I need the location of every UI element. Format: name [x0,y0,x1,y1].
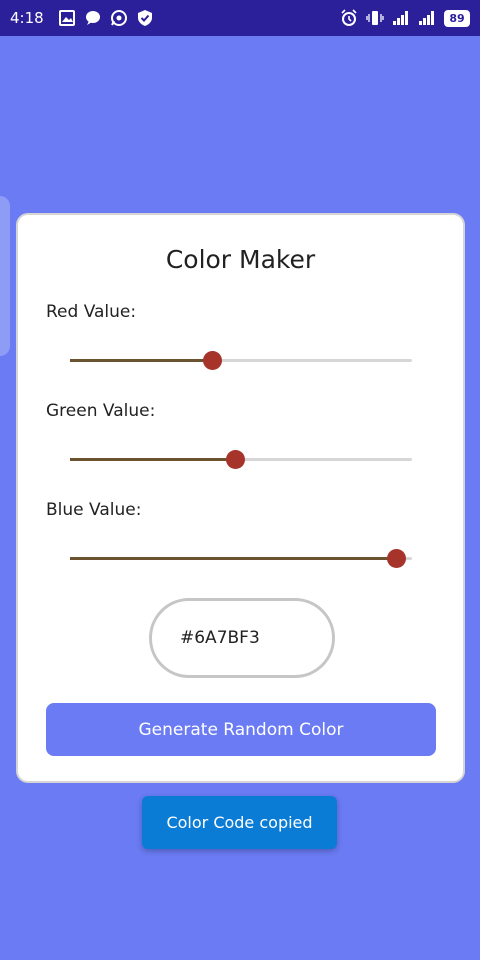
slider-thumb[interactable] [203,351,223,370]
gallery-icon [58,9,76,27]
blue-slider[interactable] [70,547,412,571]
red-slider[interactable] [70,349,412,373]
green-slider[interactable] [70,448,412,472]
status-bar-right: 89 [340,9,470,27]
whatsapp-icon [110,9,128,27]
status-bar: 4:18 89 [0,0,480,36]
slider-thumb[interactable] [225,450,245,469]
shield-check-icon [136,9,154,27]
blue-value-label: Blue Value: [46,500,142,520]
status-bar-left: 4:18 [10,9,154,27]
green-value-label: Green Value: [46,401,156,421]
signal-icon [418,9,436,27]
toast-message: Color Code copied [142,796,337,849]
color-maker-card: Color Maker Red Value: Green Value: Blue… [16,213,465,783]
vibrate-icon [366,9,384,27]
slider-fill [70,458,235,461]
slider-thumb[interactable] [386,549,406,568]
signal-icon [392,9,410,27]
alarm-icon [340,9,358,27]
battery-indicator: 89 [444,9,470,27]
generate-random-color-button[interactable]: Generate Random Color [46,703,436,756]
slider-fill [70,557,396,560]
chat-bubble-icon [84,9,102,27]
status-time: 4:18 [10,9,44,27]
color-code-text: #6A7BF3 [180,628,260,648]
toast-text: Color Code copied [166,813,313,832]
red-value-label: Red Value: [46,302,137,322]
page-title: Color Maker [165,245,316,274]
side-drawer-handle[interactable] [0,196,10,356]
slider-fill [70,359,213,362]
generate-button-label: Generate Random Color [138,719,344,740]
color-code-field[interactable]: #6A7BF3 [149,598,335,678]
